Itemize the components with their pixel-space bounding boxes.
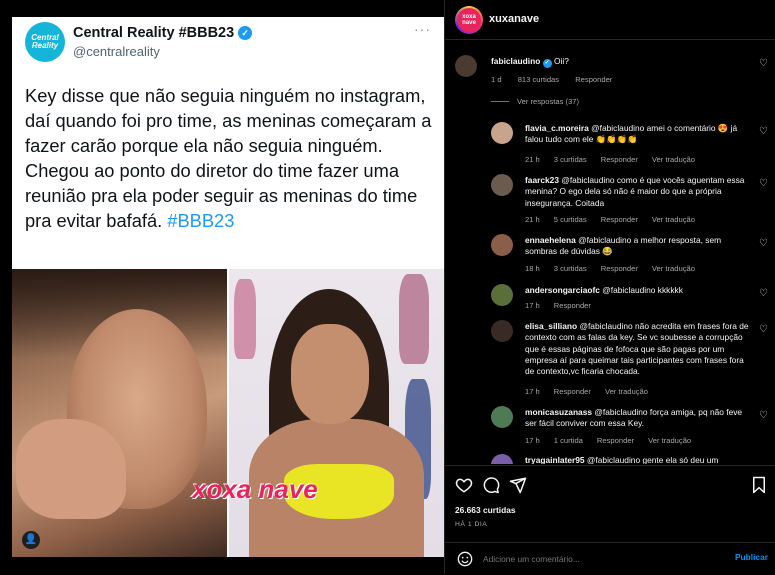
tweet-text: Key disse que não seguia ninguém no inst… bbox=[25, 83, 437, 233]
share-icon[interactable] bbox=[509, 476, 527, 494]
comment-user[interactable]: tryagainlater95 bbox=[525, 455, 585, 464]
verified-icon: ✓ bbox=[542, 59, 552, 68]
reply-button[interactable]: Responder bbox=[601, 264, 638, 273]
post-header: xoxa nave xuxanave bbox=[445, 0, 775, 40]
heart-icon[interactable]: ♡ bbox=[759, 410, 768, 421]
comment-list[interactable]: fabiclaudino ✓ Oii? 1 d 813 curtidas Res… bbox=[445, 48, 775, 464]
like-count[interactable]: 26.663 curtidas bbox=[455, 505, 516, 515]
tweet-author-name: Central Reality #BBB23 bbox=[73, 25, 235, 41]
comment-time: 21 h bbox=[525, 215, 540, 224]
face-right bbox=[291, 324, 369, 424]
comment-time: 21 h bbox=[525, 155, 540, 164]
tweet-card: Central Reality Central Reality #BBB23 ✓… bbox=[12, 17, 444, 269]
avatar[interactable] bbox=[491, 234, 513, 256]
comment-user[interactable]: flavia_c.moreira bbox=[525, 123, 589, 133]
verified-icon: ✓ bbox=[238, 26, 253, 40]
heart-icon[interactable]: ♡ bbox=[759, 58, 768, 69]
heart-icon[interactable]: ♡ bbox=[759, 324, 768, 335]
comment-time: 17 h bbox=[525, 387, 540, 396]
comment-user[interactable]: andersongarciaofc bbox=[525, 285, 600, 295]
reply-button[interactable]: Responder bbox=[554, 301, 591, 310]
heart-icon[interactable] bbox=[455, 476, 473, 494]
account-avatar[interactable]: xoxa nave bbox=[455, 6, 483, 34]
bookmark-icon[interactable] bbox=[750, 476, 768, 494]
comment-user[interactable]: faarck23 bbox=[525, 175, 559, 185]
comment-time: 17 h bbox=[525, 436, 540, 445]
tweet-avatar: Central Reality bbox=[25, 22, 65, 62]
avatar[interactable] bbox=[491, 174, 513, 196]
post-sidebar: xoxa nave xuxanave fabiclaudino ✓ Oii? 1… bbox=[444, 0, 775, 574]
comment-likes[interactable]: 1 curtida bbox=[554, 436, 583, 445]
translate-button[interactable]: Ver tradução bbox=[648, 436, 691, 445]
avatar[interactable] bbox=[491, 284, 513, 306]
translate-button[interactable]: Ver tradução bbox=[605, 387, 648, 396]
view-replies-button[interactable]: Ver respostas (37) bbox=[491, 97, 579, 106]
photo-collage: xoxa nave 👤 bbox=[12, 269, 444, 557]
post-media[interactable]: Central Reality Central Reality #BBB23 ✓… bbox=[12, 17, 444, 557]
heart-icon[interactable]: ♡ bbox=[759, 238, 768, 249]
photo-right bbox=[229, 269, 444, 557]
avatar[interactable] bbox=[491, 454, 513, 464]
tweet-handle: @centralreality bbox=[73, 44, 160, 59]
post-actions: 26.663 curtidas HÁ 1 DIA Publicar bbox=[445, 465, 775, 567]
comment-time: 1 d bbox=[491, 75, 502, 84]
post-date: HÁ 1 DIA bbox=[455, 521, 488, 528]
comment-text: Oii? bbox=[553, 56, 569, 66]
comment-time: 18 h bbox=[525, 264, 540, 273]
emoji-icon[interactable] bbox=[457, 551, 473, 567]
reply-button[interactable]: Responder bbox=[601, 215, 638, 224]
screen: Central Reality Central Reality #BBB23 ✓… bbox=[0, 0, 775, 574]
add-comment-bar: Publicar bbox=[445, 542, 775, 575]
heart-icon[interactable]: ♡ bbox=[759, 178, 768, 189]
account-name[interactable]: xuxanave bbox=[489, 13, 539, 25]
avatar[interactable] bbox=[491, 122, 513, 144]
comment-likes[interactable]: 5 curtidas bbox=[554, 215, 587, 224]
comment-user[interactable]: elisa_silliano bbox=[525, 321, 577, 331]
comment-likes[interactable]: 813 curtidas bbox=[518, 75, 559, 84]
comment-user[interactable]: ennaehelena bbox=[525, 235, 576, 245]
publish-button[interactable]: Publicar bbox=[735, 552, 768, 562]
avatar[interactable] bbox=[491, 320, 513, 342]
comment-user[interactable]: monicasuzanass bbox=[525, 407, 592, 417]
comment-text: @fabiclaudino kkkkkk bbox=[602, 285, 683, 295]
avatar[interactable] bbox=[491, 406, 513, 428]
translate-button[interactable]: Ver tradução bbox=[652, 215, 695, 224]
reply-button[interactable]: Responder bbox=[554, 387, 591, 396]
translate-button[interactable]: Ver tradução bbox=[652, 264, 695, 273]
comment-icon[interactable] bbox=[482, 476, 500, 494]
comment-likes[interactable]: 3 curtidas bbox=[554, 155, 587, 164]
translate-button[interactable]: Ver tradução bbox=[652, 155, 695, 164]
user-tag-icon[interactable]: 👤 bbox=[22, 531, 40, 549]
reply-button[interactable]: Responder bbox=[597, 436, 634, 445]
tweet-author: Central Reality #BBB23 ✓ bbox=[73, 25, 253, 41]
comment-time: 17 h bbox=[525, 301, 540, 310]
reply-button[interactable]: Responder bbox=[601, 155, 638, 164]
comment-text: @fabiclaudino gente ela só deu um bbox=[586, 455, 719, 464]
xoxa-nave-watermark: xoxa nave bbox=[192, 474, 318, 504]
comment-user[interactable]: fabiclaudino bbox=[491, 56, 540, 66]
heart-icon[interactable]: ♡ bbox=[759, 288, 768, 299]
tweet-hashtag: #BBB23 bbox=[167, 210, 235, 231]
more-icon: ··· bbox=[414, 21, 431, 37]
reply-button[interactable]: Responder bbox=[575, 75, 612, 84]
comment-input[interactable] bbox=[483, 553, 703, 565]
hand-left bbox=[16, 419, 126, 519]
comment-likes[interactable]: 3 curtidas bbox=[554, 264, 587, 273]
photo-left bbox=[12, 269, 227, 557]
avatar[interactable] bbox=[455, 55, 477, 77]
heart-icon[interactable]: ♡ bbox=[759, 126, 768, 137]
